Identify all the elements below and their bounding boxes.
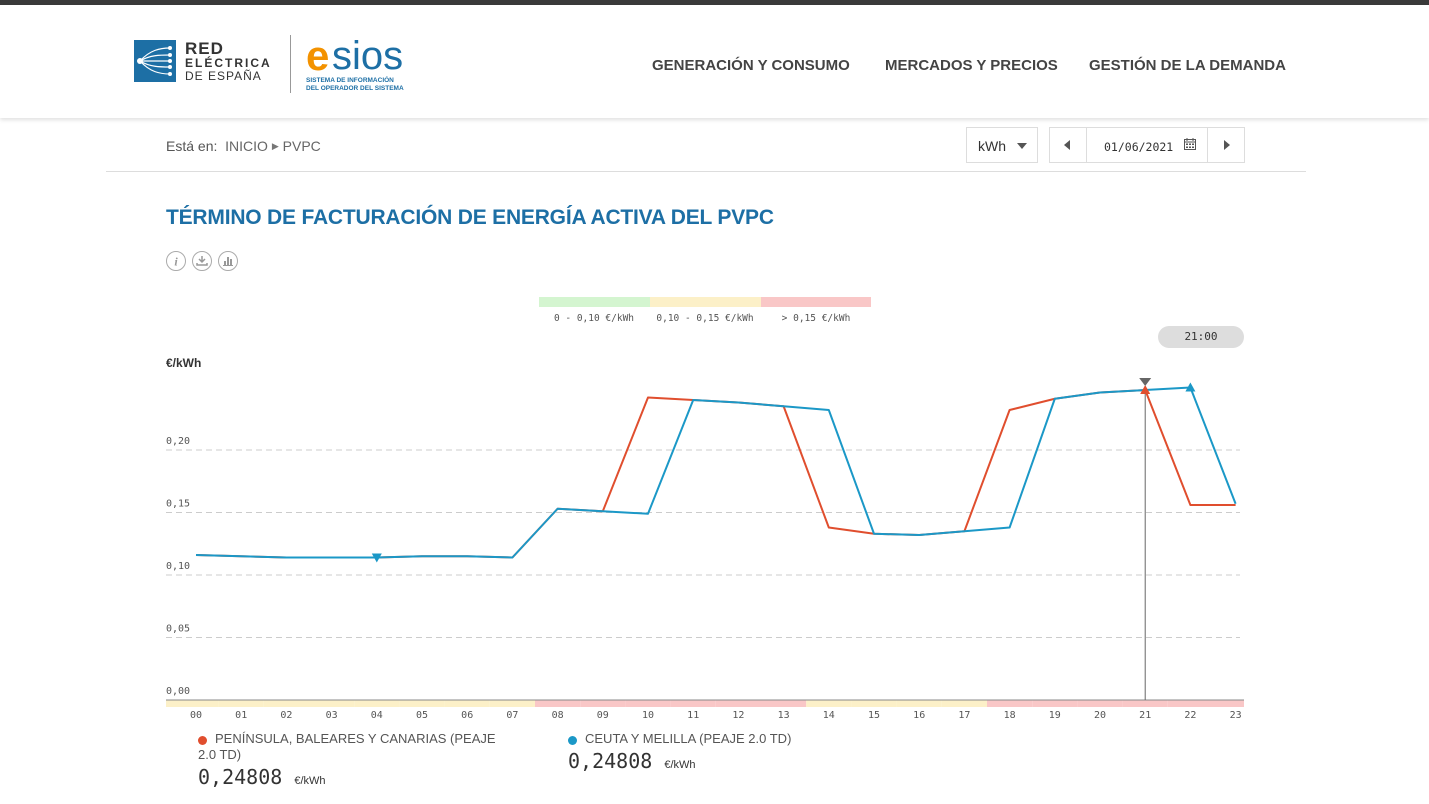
x-tick-label: 00 <box>190 710 202 721</box>
series-value-peninsula-unit: €/kWh <box>294 775 326 787</box>
series-value-ceuta: 0,24808 €/kWh <box>568 749 696 773</box>
y-tick-label: 0,20 <box>166 436 190 447</box>
hour-band-20 <box>1077 700 1123 707</box>
hour-band-22 <box>1167 700 1213 707</box>
series-value-peninsula-number: 0,24808 <box>198 765 283 789</box>
x-tick-label: 02 <box>280 710 292 721</box>
x-tick-label: 05 <box>416 710 428 721</box>
price-line-chart[interactable]: 0,00 0,05 0,10 0,15 0,20 00 01 02 03 04 05 06 07 08 09… <box>0 0 1429 804</box>
hour-band-00 <box>166 700 219 707</box>
x-tick-label: 12 <box>732 710 744 721</box>
hour-band-13 <box>761 700 807 707</box>
hour-band-06 <box>444 700 490 707</box>
series-line-peninsula <box>195 389 1236 559</box>
y-tick-label: 0,10 <box>166 561 190 572</box>
x-tick-label: 13 <box>778 710 790 721</box>
hour-band-16 <box>896 700 942 707</box>
x-tick-label: 14 <box>823 710 835 721</box>
series-dot-ceuta <box>568 736 577 745</box>
x-tick-label: 09 <box>597 710 609 721</box>
series-name-peninsula: PENÍNSULA, BALEARES Y CANARIAS (PEAJE 2.… <box>198 731 496 763</box>
x-tick-label: 08 <box>552 710 564 721</box>
x-tick-label: 17 <box>958 710 970 721</box>
hour-band-12 <box>715 700 761 707</box>
x-tick-label: 10 <box>642 710 654 721</box>
series-value-peninsula: 0,24808 €/kWh <box>198 765 326 789</box>
y-tick-label: 0,05 <box>166 624 190 635</box>
hour-band-02 <box>263 700 309 707</box>
x-tick-label: 01 <box>235 710 247 721</box>
hour-band-09 <box>580 700 626 707</box>
x-tick-label: 16 <box>913 710 925 721</box>
x-tick-label: 07 <box>506 710 518 721</box>
x-tick-label: 15 <box>868 710 880 721</box>
series-dot-peninsula <box>198 736 207 745</box>
cursor-marker-icon <box>1139 378 1152 386</box>
y-tick-label: 0,00 <box>166 686 190 697</box>
hour-band-03 <box>309 700 355 707</box>
x-tick-label: 23 <box>1230 710 1242 721</box>
hour-band-10 <box>625 700 671 707</box>
hour-band-11 <box>670 700 716 707</box>
series-name-peninsula-line2: 2.0 TD) <box>198 747 242 762</box>
x-tick-label: 20 <box>1094 710 1106 721</box>
series-name-ceuta: CEUTA Y MELILLA (PEAJE 2.0 TD) <box>585 731 792 746</box>
hour-band-05 <box>399 700 445 707</box>
hour-band-23 <box>1213 700 1244 707</box>
y-tick-label: 0,15 <box>166 499 190 510</box>
x-tick-label: 19 <box>1049 710 1061 721</box>
x-tick-label: 06 <box>461 710 473 721</box>
x-tick-label: 21 <box>1139 710 1151 721</box>
hour-band-01 <box>218 700 264 707</box>
hour-band-14 <box>806 700 852 707</box>
x-tick-label: 22 <box>1184 710 1196 721</box>
hour-band-21 <box>1122 700 1168 707</box>
series-value-ceuta-number: 0,24808 <box>568 749 653 773</box>
hour-band-04 <box>354 700 400 707</box>
series-value-ceuta-unit: €/kWh <box>664 759 696 771</box>
x-tick-label: 18 <box>1004 710 1016 721</box>
series-name-peninsula-line1: PENÍNSULA, BALEARES Y CANARIAS (PEAJE <box>215 731 496 746</box>
hour-band-15 <box>851 700 897 707</box>
hour-band-08 <box>535 700 581 707</box>
x-tick-label: 11 <box>687 710 699 721</box>
hour-band-19 <box>1032 700 1078 707</box>
series-line-ceuta <box>195 386 1237 559</box>
hour-band-18 <box>987 700 1033 707</box>
x-tick-label: 04 <box>371 710 383 721</box>
hour-band-07 <box>489 700 535 707</box>
x-tick-label: 03 <box>326 710 338 721</box>
hour-band-17 <box>941 700 987 707</box>
